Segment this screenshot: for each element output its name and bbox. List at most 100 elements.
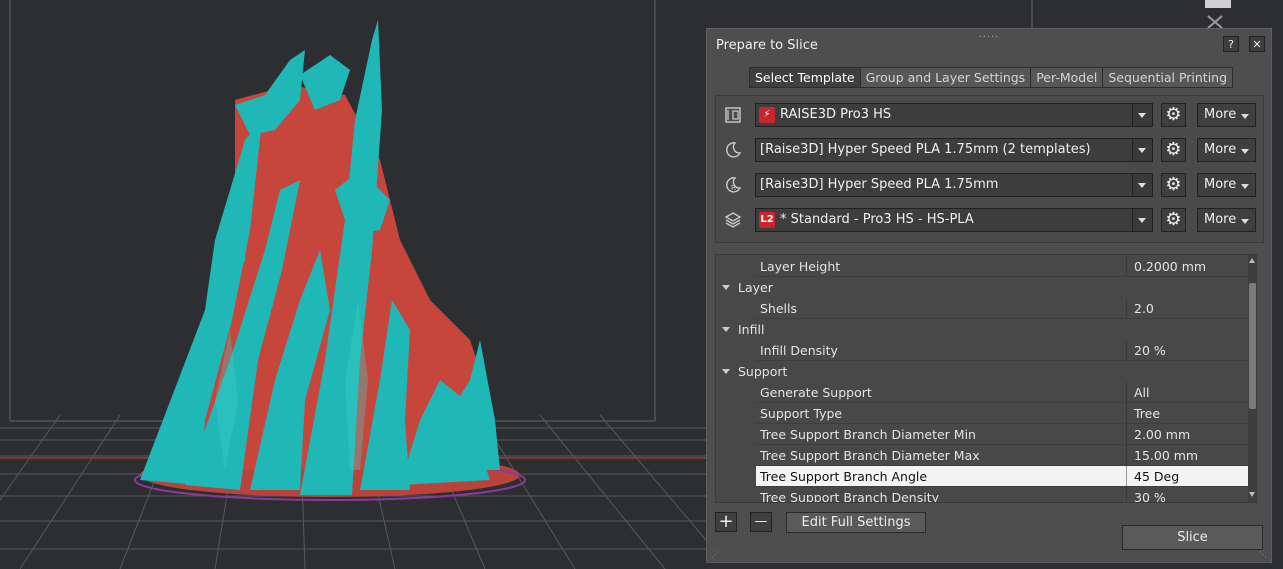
- column-divider: [1126, 256, 1127, 277]
- material-left-more-button[interactable]: More: [1197, 138, 1256, 162]
- moon-extruder-right-icon: R: [726, 177, 742, 193]
- setting-name: Tree Support Branch Density: [760, 490, 939, 503]
- setting-name: Generate Support: [760, 385, 872, 400]
- chevron-down-icon[interactable]: [1132, 139, 1152, 161]
- template-row: L2 * Standard - Pro3 HS - HS-PLA ⚙ More: [716, 206, 1263, 234]
- setting-value[interactable]: 30 %: [1134, 490, 1166, 502]
- resize-grip-left-icon[interactable]: ⋰: [711, 550, 719, 559]
- tab-group-and-layer-settings[interactable]: Group and Layer Settings: [859, 67, 1031, 88]
- template-select[interactable]: L2 * Standard - Pro3 HS - HS-PLA: [755, 208, 1153, 232]
- material-right-select[interactable]: [Raise3D] Hyper Speed PLA 1.75mm: [755, 173, 1153, 197]
- section-label: Infill: [738, 322, 765, 337]
- setting-value[interactable]: Tree: [1134, 406, 1160, 421]
- setting-value[interactable]: 2.0: [1134, 301, 1154, 316]
- scroll-up-icon[interactable]: [1249, 258, 1255, 263]
- template-select-value: * Standard - Pro3 HS - HS-PLA: [780, 212, 974, 227]
- tab-select-template[interactable]: Select Template: [749, 67, 860, 88]
- column-divider: [1126, 424, 1127, 445]
- row-divider: [756, 360, 1248, 361]
- prepare-to-slice-panel: ..... Prepare to Slice ? ✕ Select Templa…: [706, 28, 1272, 563]
- material-left-select[interactable]: [Raise3D] Hyper Speed PLA 1.75mm (2 temp…: [755, 138, 1153, 162]
- settings-row[interactable]: Generate Support All: [716, 382, 1248, 403]
- printer-icon: [725, 107, 741, 123]
- collapse-arrow-icon[interactable]: [722, 369, 730, 374]
- material-right-gear-icon[interactable]: ⚙: [1161, 173, 1186, 197]
- tab-bar: Select Template Group and Layer Settings…: [749, 67, 1234, 88]
- collapse-arrow-icon[interactable]: [722, 327, 730, 332]
- template-more-button[interactable]: More: [1197, 208, 1256, 232]
- template-selectors: ⚡ RAISE3D Pro3 HS ⚙ More [Raise3D] Hyper…: [715, 95, 1264, 243]
- column-divider: [1126, 298, 1127, 319]
- column-divider: [1126, 466, 1127, 487]
- lightning-icon: ⚡: [759, 107, 775, 123]
- panel-title: Prepare to Slice: [716, 38, 818, 53]
- printer-more-button[interactable]: More: [1197, 103, 1256, 127]
- row-divider: [756, 402, 1248, 403]
- moon-extruder-left-icon: [726, 142, 742, 158]
- collapse-arrow-icon[interactable]: [722, 285, 730, 290]
- chevron-down-icon[interactable]: [1132, 104, 1152, 126]
- setting-value[interactable]: 2.00 mm: [1134, 427, 1190, 442]
- setting-name: Infill Density: [760, 343, 838, 358]
- template-level-badge: L2: [759, 212, 775, 228]
- settings-row[interactable]: Infill Density 20 %: [716, 340, 1248, 361]
- material-right-row: R [Raise3D] Hyper Speed PLA 1.75mm ⚙ Mor…: [716, 171, 1263, 199]
- material-left-select-value: [Raise3D] Hyper Speed PLA 1.75mm (2 temp…: [760, 142, 1091, 157]
- settings-row[interactable]: Tree Support Branch Diameter Max 15.00 mm: [716, 445, 1248, 466]
- column-divider: [1126, 445, 1127, 466]
- settings-row[interactable]: Tree Support Branch Diameter Min 2.00 mm: [716, 424, 1248, 445]
- row-divider: [756, 423, 1248, 424]
- setting-name: Tree Support Branch Diameter Max: [760, 448, 980, 463]
- svg-text:R: R: [731, 184, 736, 192]
- printer-row: ⚡ RAISE3D Pro3 HS ⚙ More: [716, 101, 1263, 129]
- tab-sequential-printing[interactable]: Sequential Printing: [1102, 67, 1234, 88]
- column-divider: [1126, 382, 1127, 403]
- settings-row[interactable]: Support Type Tree: [716, 403, 1248, 424]
- setting-name: Support Type: [760, 406, 843, 421]
- printer-select[interactable]: ⚡ RAISE3D Pro3 HS: [755, 103, 1153, 127]
- settings-row[interactable]: Tree Support Branch Angle 45 Deg: [716, 466, 1248, 487]
- settings-row[interactable]: Layer Height 0.2000 mm: [716, 256, 1248, 277]
- edit-full-settings-button[interactable]: Edit Full Settings: [786, 512, 926, 533]
- row-divider: [756, 444, 1248, 445]
- material-left-row: [Raise3D] Hyper Speed PLA 1.75mm (2 temp…: [716, 136, 1263, 164]
- tab-per-model[interactable]: Per-Model: [1030, 67, 1103, 88]
- setting-value[interactable]: All: [1134, 385, 1150, 400]
- settings-section[interactable]: Infill: [716, 319, 1248, 340]
- resize-grip-right-icon[interactable]: ⋱: [1259, 550, 1267, 559]
- add-button[interactable]: +: [715, 512, 737, 532]
- template-gear-icon[interactable]: ⚙: [1161, 208, 1186, 232]
- remove-button[interactable]: —: [750, 512, 772, 532]
- settings-tree: Tree Support Branch Density 30 % Tree Supp…: [715, 254, 1257, 503]
- close-button[interactable]: ✕: [1249, 36, 1265, 52]
- section-label: Support: [738, 364, 788, 379]
- settings-row[interactable]: Shells 2.0: [716, 298, 1248, 319]
- setting-name: Tree Support Branch Angle: [760, 469, 928, 484]
- row-divider: [756, 465, 1248, 466]
- settings-section[interactable]: Layer: [716, 277, 1248, 298]
- scroll-down-icon[interactable]: [1249, 492, 1255, 497]
- column-divider: [1126, 403, 1127, 424]
- settings-section[interactable]: Support: [716, 361, 1248, 382]
- setting-name: Tree Support Branch Diameter Min: [760, 427, 976, 442]
- printer-gear-icon[interactable]: ⚙: [1161, 103, 1186, 127]
- settings-scrollbar[interactable]: [1248, 255, 1256, 502]
- section-label: Layer: [738, 280, 773, 295]
- column-divider: [1126, 340, 1127, 361]
- settings-row[interactable]: Tree Support Branch Density 30 %: [716, 487, 1248, 503]
- help-button[interactable]: ?: [1223, 36, 1239, 52]
- material-left-gear-icon[interactable]: ⚙: [1161, 138, 1186, 162]
- column-divider: [1126, 487, 1127, 502]
- setting-value[interactable]: 15.00 mm: [1134, 448, 1198, 463]
- slice-button[interactable]: Slice: [1122, 525, 1263, 550]
- material-right-more-button[interactable]: More: [1197, 173, 1256, 197]
- row-divider: [756, 276, 1248, 277]
- setting-value[interactable]: 45 Deg: [1134, 469, 1179, 484]
- chevron-down-icon[interactable]: [1132, 209, 1152, 231]
- setting-value[interactable]: 0.2000 mm: [1134, 259, 1206, 274]
- setting-name: Layer Height: [760, 259, 841, 274]
- row-divider: [756, 486, 1248, 487]
- scrollbar-thumb[interactable]: [1249, 283, 1256, 409]
- setting-value[interactable]: 20 %: [1134, 343, 1166, 358]
- chevron-down-icon[interactable]: [1132, 174, 1152, 196]
